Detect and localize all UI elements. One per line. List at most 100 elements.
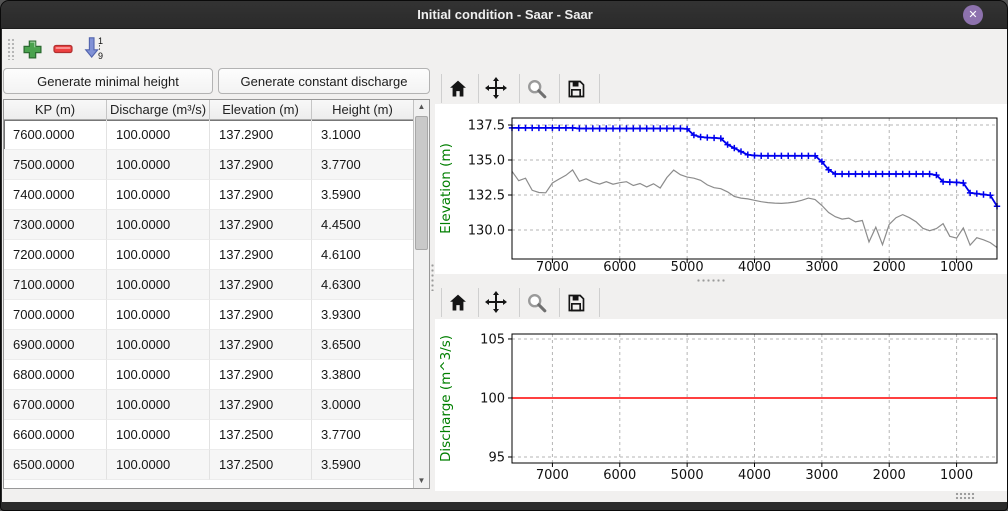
remove-row-button[interactable] [51, 37, 75, 61]
table-scrollbar[interactable]: ▲ ▼ [413, 100, 429, 488]
table-cell[interactable]: 3.5900 [312, 180, 414, 210]
table-cell[interactable]: 100.0000 [107, 420, 210, 450]
table-cell[interactable]: 6700.0000 [4, 390, 107, 420]
scroll-down-button[interactable]: ▼ [414, 474, 429, 488]
discharge-chart: 700060005000400030002000100010510095Disc… [435, 319, 1008, 491]
table-row[interactable]: 6600.0000100.0000137.25003.7700 [4, 420, 414, 450]
close-button[interactable]: ✕ [963, 5, 983, 25]
table-cell[interactable]: 7200.0000 [4, 240, 107, 270]
table-cell[interactable]: 137.2500 [210, 450, 312, 480]
minus-icon [52, 38, 74, 60]
table-cell[interactable]: 137.2900 [210, 240, 312, 270]
table-row[interactable]: 7400.0000100.0000137.29003.5900 [4, 180, 414, 210]
table-row[interactable]: 6900.0000100.0000137.29003.6500 [4, 330, 414, 360]
x-tick-label: 4000 [738, 260, 771, 274]
table-row[interactable]: 6800.0000100.0000137.29003.3800 [4, 360, 414, 390]
table-row[interactable]: 7000.0000100.0000137.29003.9300 [4, 300, 414, 330]
table-cell[interactable]: 4.6300 [312, 270, 414, 300]
table-cell[interactable]: 137.2900 [210, 390, 312, 420]
table-cell[interactable]: 6500.0000 [4, 450, 107, 480]
table-cell[interactable]: 137.2900 [210, 360, 312, 390]
table-row[interactable]: 7200.0000100.0000137.29004.6100 [4, 240, 414, 270]
sort-top-label: 1 [98, 36, 103, 46]
table-row[interactable]: 7600.0000100.0000137.29003.1000 [4, 120, 414, 150]
table-cell[interactable]: 6900.0000 [4, 330, 107, 360]
table-cell[interactable]: 100.0000 [107, 330, 210, 360]
table-cell[interactable]: 100.0000 [107, 390, 210, 420]
table-cell[interactable]: 7000.0000 [4, 300, 107, 330]
table-cell[interactable]: 3.9300 [312, 300, 414, 330]
plot1-save-button[interactable] [563, 76, 589, 102]
table-cell[interactable]: 100.0000 [107, 450, 210, 480]
table-row[interactable]: 7300.0000100.0000137.29004.4500 [4, 210, 414, 240]
plot2-home-button[interactable] [445, 290, 471, 316]
titlebar[interactable]: Initial condition - Saar - Saar ✕ [1, 1, 1008, 29]
table-cell[interactable]: 100.0000 [107, 360, 210, 390]
plot1-pan-button[interactable] [483, 75, 509, 101]
table-cell[interactable]: 3.6500 [312, 330, 414, 360]
table-cell[interactable]: 7600.0000 [4, 120, 107, 150]
generate-constant-discharge-button[interactable]: Generate constant discharge [218, 68, 430, 94]
table-cell[interactable]: 7400.0000 [4, 180, 107, 210]
column-header-1[interactable]: Discharge (m³/s) [107, 100, 210, 120]
table-row[interactable]: 6700.0000100.0000137.29003.0000 [4, 390, 414, 420]
table-cell[interactable]: 3.1000 [312, 120, 414, 150]
table-cell[interactable]: 100.0000 [107, 180, 210, 210]
elevation-figure[interactable]: 7000600050004000300020001000137.5135.013… [435, 104, 1008, 274]
table-cell[interactable]: 100.0000 [107, 300, 210, 330]
table-cell[interactable]: 137.2900 [210, 270, 312, 300]
table-cell[interactable]: 100.0000 [107, 210, 210, 240]
plot1-home-button[interactable] [445, 76, 471, 102]
table-cell[interactable]: 4.6100 [312, 240, 414, 270]
table-cell[interactable]: 7100.0000 [4, 270, 107, 300]
table-cell[interactable]: 6600.0000 [4, 420, 107, 450]
table-row[interactable]: 6500.0000100.0000137.25003.5900 [4, 450, 414, 480]
table-cell[interactable]: 137.2900 [210, 330, 312, 360]
plot2-zoom-button[interactable] [524, 290, 550, 316]
table-row[interactable]: 7100.0000100.0000137.29004.6300 [4, 270, 414, 300]
x-tick-label: 6000 [603, 260, 636, 274]
table-cell[interactable]: 3.3800 [312, 360, 414, 390]
generate-minimal-height-button[interactable]: Generate minimal height [3, 68, 213, 94]
magnifier-icon [526, 292, 548, 314]
sort-button[interactable]: 1 9 [82, 35, 106, 59]
toolbar-separator [599, 288, 600, 317]
scrollbar-thumb[interactable] [415, 116, 428, 250]
plot2-save-button[interactable] [563, 290, 589, 316]
scroll-up-button[interactable]: ▲ [414, 100, 429, 114]
table-cell[interactable]: 137.2900 [210, 180, 312, 210]
pan-move-icon [484, 76, 508, 100]
table-cell[interactable]: 3.7700 [312, 150, 414, 180]
y-tick-label: 132.5 [468, 189, 505, 204]
toolbar-drag-handle[interactable] [7, 38, 14, 60]
plot2-pan-button[interactable] [483, 289, 509, 315]
table-cell[interactable]: 100.0000 [107, 120, 210, 150]
table-cell[interactable]: 100.0000 [107, 270, 210, 300]
plot1-zoom-button[interactable] [524, 76, 550, 102]
table-cell[interactable]: 3.0000 [312, 390, 414, 420]
horizontal-splitter[interactable] [696, 278, 726, 284]
table-cell[interactable]: 7500.0000 [4, 150, 107, 180]
table-cell[interactable]: 137.2500 [210, 420, 312, 450]
x-tick-label: 7000 [536, 468, 569, 483]
column-header-3[interactable]: Height (m) [312, 100, 414, 120]
table-cell[interactable]: 7300.0000 [4, 210, 107, 240]
table-cell[interactable]: 100.0000 [107, 240, 210, 270]
window-resize-grip[interactable] [955, 492, 975, 501]
table-cell[interactable]: 137.2900 [210, 210, 312, 240]
column-header-0[interactable]: KP (m) [4, 100, 107, 120]
table-cell[interactable]: 3.5900 [312, 450, 414, 480]
toolbar-separator [559, 74, 560, 103]
pan-move-icon [484, 290, 508, 314]
table-cell[interactable]: 137.2900 [210, 150, 312, 180]
table-cell[interactable]: 137.2900 [210, 120, 312, 150]
add-row-button[interactable] [20, 37, 44, 61]
discharge-figure[interactable]: 700060005000400030002000100010510095Disc… [435, 319, 1008, 491]
table-cell[interactable]: 137.2900 [210, 300, 312, 330]
table-cell[interactable]: 100.0000 [107, 150, 210, 180]
column-header-2[interactable]: Elevation (m) [210, 100, 312, 120]
table-cell[interactable]: 4.4500 [312, 210, 414, 240]
table-cell[interactable]: 6800.0000 [4, 360, 107, 390]
table-row[interactable]: 7500.0000100.0000137.29003.7700 [4, 150, 414, 180]
table-cell[interactable]: 3.7700 [312, 420, 414, 450]
